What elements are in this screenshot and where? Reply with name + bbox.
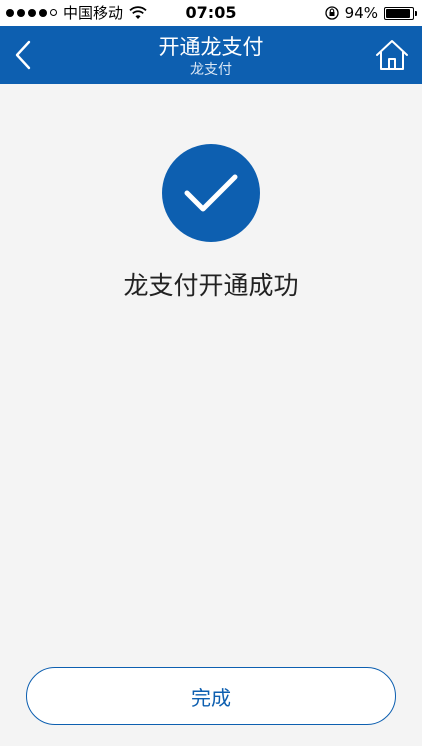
- navigation-bar: 开通龙支付 龙支付: [0, 26, 422, 84]
- rotation-lock-icon: [325, 6, 339, 20]
- checkmark-icon: [184, 174, 238, 212]
- success-message: 龙支付开通成功: [123, 271, 299, 300]
- page-subtitle: 龙支付: [190, 62, 232, 78]
- status-bar: 中国移动 07:05 94%: [0, 0, 422, 26]
- done-button[interactable]: 完成: [26, 667, 396, 725]
- battery-fill: [386, 8, 411, 18]
- success-indicator: [162, 144, 260, 242]
- status-right: 94%: [325, 0, 417, 26]
- home-button[interactable]: [372, 35, 412, 75]
- battery-percent: 94%: [344, 4, 378, 22]
- battery-icon: [384, 6, 417, 20]
- page-title: 开通龙支付: [158, 35, 264, 59]
- home-icon: [376, 40, 408, 70]
